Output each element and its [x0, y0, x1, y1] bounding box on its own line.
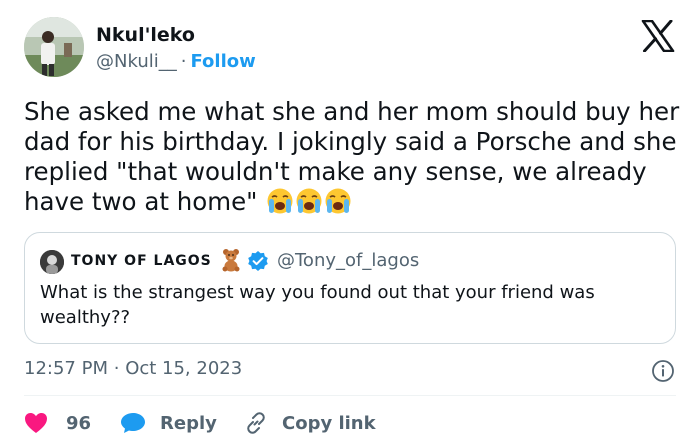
like-count: 96: [66, 412, 92, 434]
heart-icon: [25, 413, 47, 433]
author-handle[interactable]: @Nkuli__: [96, 51, 177, 72]
crying-emoji-icon: [267, 188, 293, 214]
timestamp-separator: ·: [113, 358, 120, 379]
tweet-date: Oct 15, 2023: [125, 358, 243, 379]
quoted-author-avatar: [40, 250, 64, 274]
quoted-tweet-card[interactable]: TONY OF LAGOS @Tony_of_lagos What is the…: [24, 232, 676, 344]
separator-dot: ·: [180, 51, 187, 72]
info-icon[interactable]: [651, 359, 675, 383]
reply-bubble-icon: [121, 413, 145, 433]
crying-emoji-icon: [296, 188, 322, 214]
crying-emoji-icon: [325, 188, 351, 214]
tweet-text: She asked me what she and her mom should…: [24, 97, 684, 217]
x-logo-icon[interactable]: [641, 20, 675, 52]
divider: [24, 395, 676, 396]
copy-link-label: Copy link: [282, 412, 376, 434]
link-icon: [247, 412, 265, 434]
follow-button[interactable]: Follow: [190, 51, 255, 72]
author-handle-row: @Nkuli__ · Follow: [96, 51, 256, 72]
quoted-author-handle: @Tony_of_lagos: [277, 250, 420, 271]
tweet-time: 12:57 PM: [24, 358, 108, 379]
teddy-bear-emoji-icon: [222, 249, 240, 272]
reply-button[interactable]: Reply: [120, 411, 217, 435]
tweet-timestamp[interactable]: 12:57 PM · Oct 15, 2023: [24, 358, 242, 379]
reply-label: Reply: [160, 412, 217, 434]
copy-link-button[interactable]: Copy link: [244, 411, 376, 435]
author-name[interactable]: Nkul'leko: [96, 24, 195, 46]
quoted-author-name: TONY OF LAGOS: [71, 253, 212, 269]
author-avatar[interactable]: [24, 17, 84, 77]
quoted-tweet-text: What is the strangest way you found out …: [40, 282, 595, 328]
like-button[interactable]: 96: [24, 411, 91, 435]
verified-badge-icon: [248, 251, 268, 271]
